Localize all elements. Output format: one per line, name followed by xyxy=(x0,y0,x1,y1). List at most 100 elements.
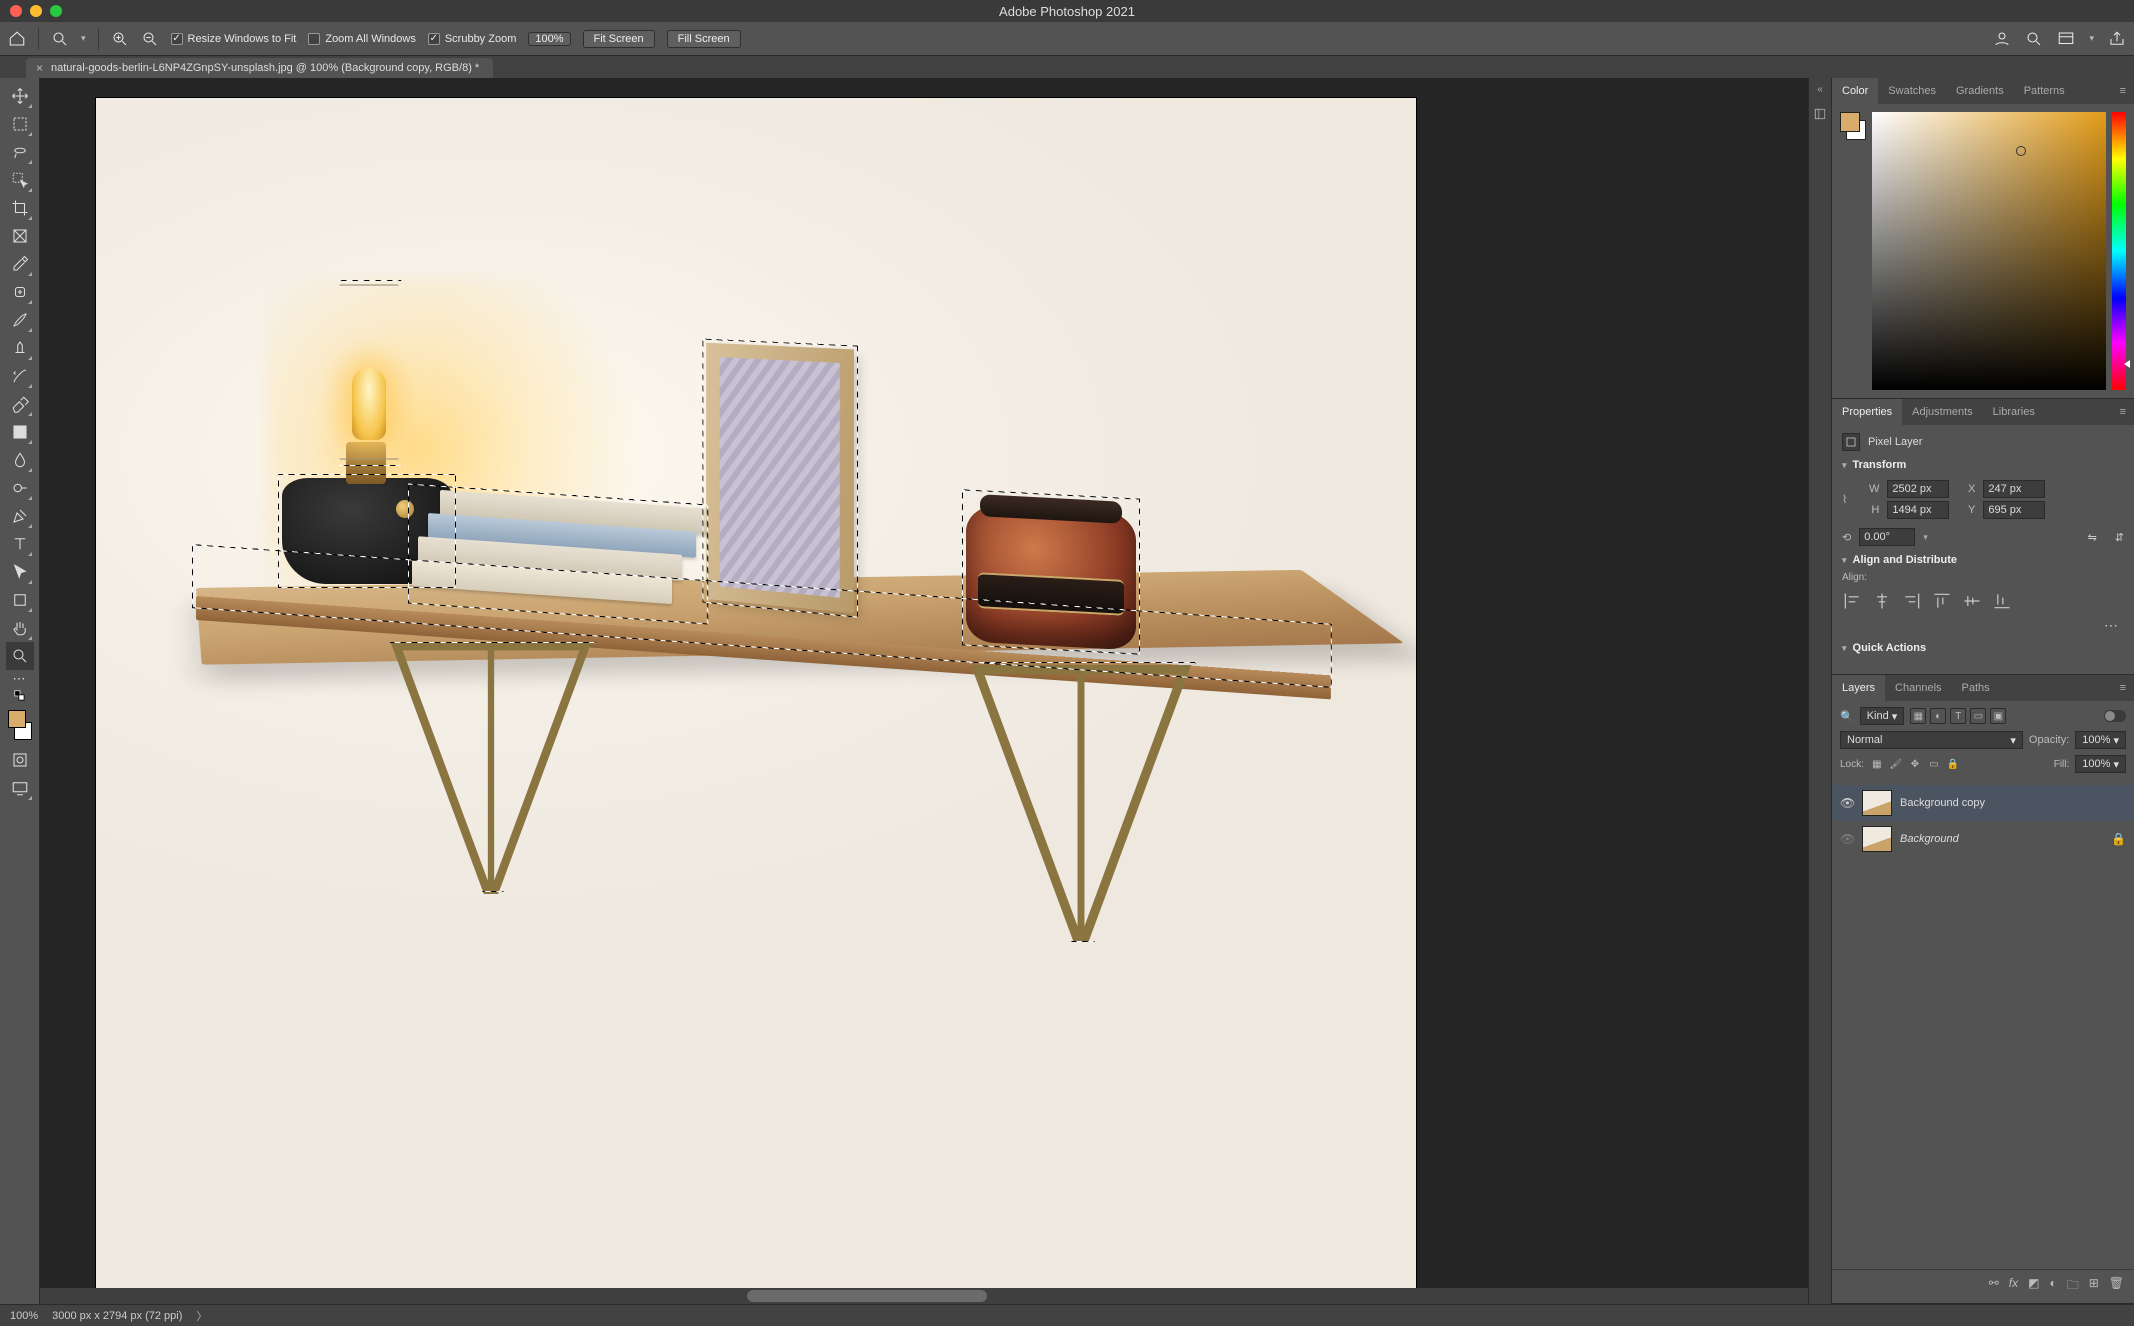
link-layers-icon[interactable]: ⚯ xyxy=(1989,1276,1999,1297)
home-icon[interactable] xyxy=(8,30,26,48)
layer-thumbnail[interactable] xyxy=(1862,790,1892,816)
opacity-input[interactable]: 100% ▾ xyxy=(2075,731,2126,749)
transform-x-input[interactable] xyxy=(1983,480,2045,498)
tab-libraries[interactable]: Libraries xyxy=(1983,399,2045,425)
document-tab[interactable]: × natural-goods-berlin-L6NP4ZGnpSY-unspl… xyxy=(26,58,493,78)
cloud-docs-icon[interactable] xyxy=(1993,30,2011,48)
eraser-tool[interactable] xyxy=(6,390,34,418)
brush-tool[interactable] xyxy=(6,306,34,334)
lock-all-icon[interactable]: 🔒 xyxy=(1946,757,1960,771)
layer-name[interactable]: Background xyxy=(1900,833,2103,845)
tab-channels[interactable]: Channels xyxy=(1885,675,1951,701)
pen-tool[interactable] xyxy=(6,502,34,530)
align-bottom-icon[interactable] xyxy=(1992,591,2012,611)
layer-item[interactable]: 👁 Background 🔒 xyxy=(1832,821,2134,857)
path-select-tool[interactable] xyxy=(6,558,34,586)
layer-group-icon[interactable]: 🗀 xyxy=(2067,1276,2079,1297)
spot-heal-tool[interactable] xyxy=(6,278,34,306)
filter-adjust-icon[interactable]: ◐ xyxy=(1930,708,1946,724)
align-top-icon[interactable] xyxy=(1932,591,1952,611)
layer-filter-kind-select[interactable]: Kind ▾ xyxy=(1860,707,1905,725)
transform-h-input[interactable] xyxy=(1887,501,1949,519)
lock-position-icon[interactable]: ✥ xyxy=(1908,757,1922,771)
type-tool[interactable] xyxy=(6,530,34,558)
transform-section-head[interactable]: Transform xyxy=(1842,459,2124,471)
scrubby-zoom-checkbox[interactable] xyxy=(428,33,440,45)
lock-artboard-icon[interactable]: ▭ xyxy=(1927,757,1941,771)
collapse-chevron-icon[interactable]: « xyxy=(1817,84,1823,95)
eyedropper-tool[interactable] xyxy=(6,250,34,278)
share-icon[interactable] xyxy=(2108,30,2126,48)
filter-smart-icon[interactable]: ▣ xyxy=(1990,708,2006,724)
quick-mask-icon[interactable] xyxy=(6,746,34,774)
search-icon[interactable] xyxy=(2025,30,2043,48)
workspace-icon[interactable] xyxy=(2057,30,2075,48)
layer-filter-search-icon[interactable]: 🔍 xyxy=(1840,710,1854,723)
zoom-in-icon[interactable] xyxy=(111,30,129,48)
tab-adjustments[interactable]: Adjustments xyxy=(1902,399,1983,425)
document-canvas[interactable] xyxy=(96,98,1416,1288)
link-wh-icon[interactable]: ⌇ xyxy=(1842,493,1853,506)
flip-vertical-icon[interactable]: ⇵ xyxy=(2115,531,2124,544)
fill-input[interactable]: 100% ▾ xyxy=(2075,755,2126,773)
tab-patterns[interactable]: Patterns xyxy=(2014,78,2075,104)
hue-slider[interactable] xyxy=(2112,112,2126,390)
blur-tool[interactable] xyxy=(6,446,34,474)
flip-horizontal-icon[interactable]: ⇋ xyxy=(2088,531,2097,544)
history-brush-tool[interactable] xyxy=(6,362,34,390)
tab-swatches[interactable]: Swatches xyxy=(1878,78,1946,104)
lock-transparent-icon[interactable]: ▦ xyxy=(1870,757,1884,771)
transform-angle-input[interactable] xyxy=(1859,528,1915,546)
align-section-head[interactable]: Align and Distribute xyxy=(1842,554,2124,566)
window-close-button[interactable] xyxy=(10,5,22,17)
layer-item[interactable]: 👁 Background copy xyxy=(1832,785,2134,821)
color-swatches-tool[interactable] xyxy=(6,710,34,740)
move-tool[interactable] xyxy=(6,82,34,110)
filter-shape-icon[interactable]: ▭ xyxy=(1970,708,1986,724)
resize-windows-checkbox[interactable] xyxy=(171,33,183,45)
close-tab-icon[interactable]: × xyxy=(36,61,43,75)
layer-visibility-icon[interactable]: 👁 xyxy=(1840,832,1854,846)
align-right-icon[interactable] xyxy=(1902,591,1922,611)
frame-tool[interactable] xyxy=(6,222,34,250)
align-vcenter-icon[interactable] xyxy=(1962,591,1982,611)
canvas-area[interactable] xyxy=(40,78,1808,1304)
layer-name[interactable]: Background copy xyxy=(1900,797,2126,809)
window-maximize-button[interactable] xyxy=(50,5,62,17)
dodge-tool[interactable] xyxy=(6,474,34,502)
window-minimize-button[interactable] xyxy=(30,5,42,17)
tab-properties[interactable]: Properties xyxy=(1832,399,1902,425)
shape-tool[interactable] xyxy=(6,586,34,614)
foreground-color-swatch[interactable] xyxy=(8,710,26,728)
tab-color[interactable]: Color xyxy=(1832,78,1878,104)
canvas-scrollbar-h[interactable] xyxy=(40,1288,1808,1304)
status-chevron-icon[interactable]: 〉 xyxy=(196,1308,207,1324)
adjustment-layer-icon[interactable]: ◐ xyxy=(2049,1276,2056,1297)
crop-tool[interactable] xyxy=(6,194,34,222)
layer-thumbnail[interactable] xyxy=(1862,826,1892,852)
align-left-icon[interactable] xyxy=(1842,591,1862,611)
layer-visibility-icon[interactable]: 👁 xyxy=(1840,796,1854,810)
fill-screen-button[interactable]: Fill Screen xyxy=(667,30,741,48)
tab-paths[interactable]: Paths xyxy=(1952,675,2000,701)
marquee-tool[interactable] xyxy=(6,110,34,138)
more-options-icon[interactable]: ⋯ xyxy=(1842,611,2124,634)
layer-filter-toggle[interactable] xyxy=(2104,710,2126,722)
clone-stamp-tool[interactable] xyxy=(6,334,34,362)
zoom-tool-icon[interactable] xyxy=(51,30,69,48)
hand-tool[interactable] xyxy=(6,614,34,642)
lock-pixels-icon[interactable]: 🖌 xyxy=(1889,757,1903,771)
zoom-dropdown-icon[interactable]: ▾ xyxy=(81,33,86,44)
panel-menu-icon[interactable]: ≡ xyxy=(2112,682,2134,694)
filter-pixel-icon[interactable]: ▦ xyxy=(1910,708,1926,724)
gradient-tool[interactable] xyxy=(6,418,34,446)
quick-actions-head[interactable]: Quick Actions xyxy=(1842,642,2124,654)
screen-mode-icon[interactable] xyxy=(6,774,34,802)
zoom-out-icon[interactable] xyxy=(141,30,159,48)
zoom-100-button[interactable]: 100% xyxy=(528,32,570,46)
color-picker-field[interactable] xyxy=(1872,112,2106,390)
transform-w-input[interactable] xyxy=(1887,480,1949,498)
status-doc-dims[interactable]: 3000 px x 2794 px (72 ppi) xyxy=(52,1310,182,1322)
status-zoom[interactable]: 100% xyxy=(10,1310,38,1322)
panel-dock-icon[interactable] xyxy=(1813,107,1827,124)
